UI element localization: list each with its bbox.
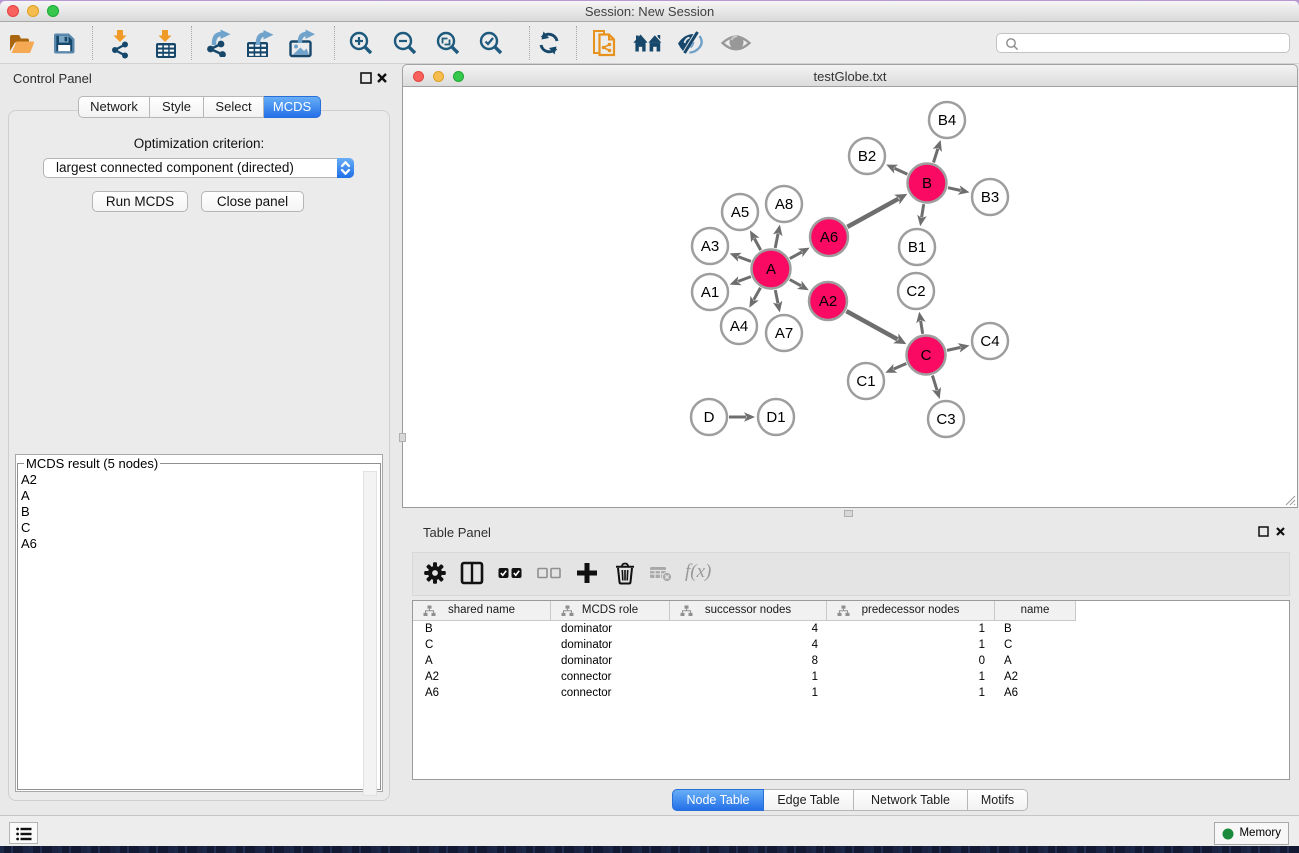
svg-text:A7: A7 [775, 325, 793, 342]
svg-text:B4: B4 [938, 112, 956, 129]
svg-text:A8: A8 [775, 196, 793, 213]
svg-text:D1: D1 [766, 409, 785, 426]
svg-text:A6: A6 [820, 229, 838, 246]
svg-text:C: C [921, 347, 932, 364]
svg-text:C2: C2 [906, 283, 925, 300]
svg-text:D: D [704, 409, 715, 426]
svg-text:C4: C4 [980, 333, 999, 350]
svg-text:B3: B3 [981, 189, 999, 206]
svg-text:A1: A1 [701, 284, 719, 301]
svg-text:A3: A3 [701, 238, 719, 255]
svg-text:B2: B2 [858, 148, 876, 165]
svg-text:A4: A4 [730, 318, 748, 335]
svg-text:C3: C3 [936, 411, 955, 428]
svg-text:A5: A5 [731, 204, 749, 221]
svg-text:B: B [922, 175, 932, 192]
svg-text:A: A [766, 261, 776, 278]
svg-text:C1: C1 [856, 373, 875, 390]
svg-text:B1: B1 [908, 239, 926, 256]
svg-text:A2: A2 [819, 293, 837, 310]
